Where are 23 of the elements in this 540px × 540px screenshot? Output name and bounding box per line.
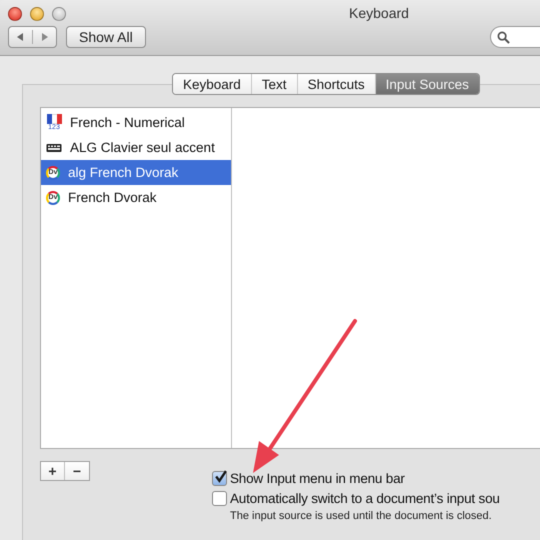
checkbox[interactable] bbox=[212, 490, 227, 506]
tab[interactable]: Text bbox=[252, 74, 298, 94]
back-icon[interactable] bbox=[15, 32, 25, 42]
input-source-item[interactable]: ALG Clavier seul accent bbox=[41, 135, 231, 160]
search-field[interactable] bbox=[490, 26, 540, 48]
back-forward-control[interactable] bbox=[8, 26, 57, 48]
option-note: The input source is used until the document is closed. bbox=[230, 510, 493, 522]
zoom-button[interactable] bbox=[52, 7, 66, 21]
remove-button[interactable]: − bbox=[65, 462, 89, 480]
checkbox[interactable] bbox=[212, 470, 227, 486]
checkbox-label: Show Input menu in menu bar bbox=[230, 470, 405, 486]
add-button[interactable]: + bbox=[41, 462, 65, 480]
window-title: Keyboard bbox=[348, 5, 410, 21]
tab[interactable]: Shortcuts bbox=[298, 74, 376, 94]
keyboard-icon bbox=[46, 142, 62, 152]
minimize-button[interactable] bbox=[30, 7, 44, 21]
close-button[interactable] bbox=[8, 7, 22, 21]
search-icon bbox=[497, 30, 510, 44]
tab[interactable]: Keyboard bbox=[173, 74, 252, 94]
show-all-button[interactable]: Show All bbox=[66, 26, 146, 48]
tab[interactable]: Input Sources bbox=[376, 74, 479, 94]
forward-icon[interactable] bbox=[40, 32, 50, 42]
checkbox-label: Automatically switch to a document’s input sou bbox=[230, 490, 500, 506]
